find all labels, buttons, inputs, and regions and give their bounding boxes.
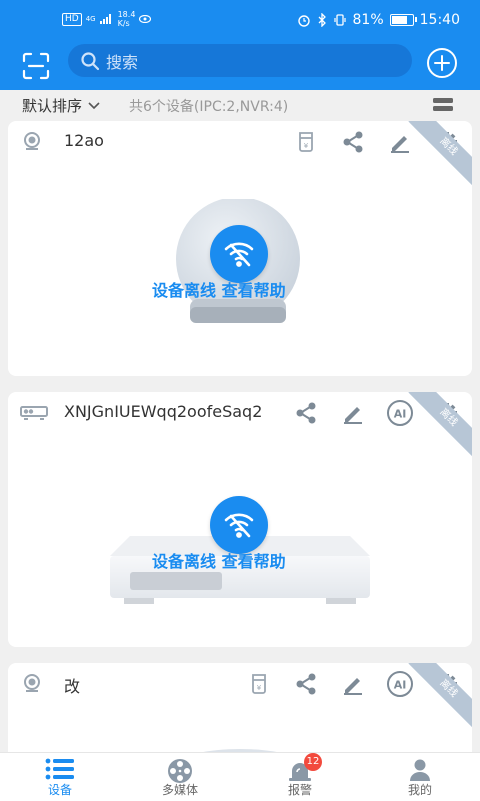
tab-label: 报警 <box>287 783 312 797</box>
bottom-tab-bar: 设备 多媒体 12 报警 我的 <box>0 752 480 801</box>
search-icon <box>81 51 100 70</box>
user-icon <box>410 759 430 781</box>
wifi-offline-icon <box>224 242 254 267</box>
battery-icon <box>389 14 417 26</box>
share-icon <box>296 673 316 695</box>
tab-label: 多媒体 <box>161 783 198 797</box>
device-card[interactable]: 12ao ¥ 离线 设备离线 查看帮助 <box>8 121 472 376</box>
ai-label: AI <box>394 679 407 692</box>
status-bar: HD 4G 18.4 K/s 81% 15:40 <box>0 0 480 42</box>
svg-text:¥: ¥ <box>304 142 309 150</box>
nvr-device-icon <box>20 406 48 420</box>
tab-multimedia[interactable]: 多媒体 <box>120 753 240 801</box>
device-card[interactable]: 改 ¥ AI 离线 <box>8 663 472 763</box>
share-icon <box>296 402 316 424</box>
camera-device-icon <box>24 674 40 692</box>
tab-label: 我的 <box>407 783 432 797</box>
scan-icon <box>22 52 50 80</box>
add-device-button[interactable] <box>426 47 458 79</box>
scan-button[interactable] <box>20 50 52 82</box>
device-card-header: 12ao ¥ <box>8 121 472 161</box>
network-type: 4G <box>85 15 96 23</box>
camera-device-icon <box>24 132 40 150</box>
view-mode-button[interactable] <box>433 97 453 117</box>
sort-dropdown[interactable]: 默认排序 <box>22 95 100 116</box>
net-speed-value: 18.4 <box>117 10 136 19</box>
search-placeholder: 搜索 <box>106 52 139 72</box>
wifi-offline-icon <box>224 513 254 538</box>
plus-circle-icon <box>427 48 457 78</box>
net-speed-unit: K/s <box>117 19 130 28</box>
cloud-storage-button[interactable]: ¥ <box>244 669 274 699</box>
vibrate-icon <box>333 14 346 26</box>
pencil-icon <box>344 678 362 695</box>
offline-status-text: 设备离线 <box>152 552 217 571</box>
chevron-down-icon <box>88 101 100 109</box>
eye-icon <box>139 15 152 23</box>
ai-label: AI <box>394 408 407 421</box>
edit-button[interactable] <box>385 127 415 157</box>
signal-icon <box>99 14 111 24</box>
edit-button[interactable] <box>338 398 368 428</box>
alarm-count-badge: 12 <box>304 753 322 771</box>
device-card-header: XNJGnIUEWqq2oofeSaq2 AI <box>8 392 472 432</box>
device-count: 共6个设备(IPC:2,NVR:4) <box>129 99 289 115</box>
tab-devices[interactable]: 设备 <box>0 753 120 801</box>
sort-label: 默认排序 <box>22 97 83 115</box>
top-bar: 搜索 <box>0 42 480 90</box>
cloud-storage-icon: ¥ <box>299 132 313 152</box>
wifi-offline-button[interactable] <box>210 225 268 283</box>
ai-button[interactable]: AI <box>385 669 415 699</box>
device-preview[interactable]: 设备离线 查看帮助 <box>8 161 472 376</box>
ai-icon: AI <box>387 671 413 697</box>
help-link[interactable]: 查看帮助 <box>222 552 286 571</box>
hd-indicator: HD <box>62 12 82 26</box>
list-view-icon <box>433 98 453 111</box>
clock: 15:40 <box>419 12 460 28</box>
share-button[interactable] <box>291 398 321 428</box>
pencil-icon <box>391 136 409 153</box>
device-name: 改 <box>64 677 81 696</box>
share-button[interactable] <box>291 669 321 699</box>
cloud-storage-button[interactable]: ¥ <box>291 127 321 157</box>
sort-bar: 默认排序 共6个设备(IPC:2,NVR:4) <box>0 90 480 120</box>
ai-button[interactable]: AI <box>385 398 415 428</box>
device-name: XNJGnIUEWqq2oofeSaq2 <box>64 402 263 421</box>
pencil-icon <box>344 407 362 424</box>
share-button[interactable] <box>338 127 368 157</box>
tab-alarm[interactable]: 12 报警 <box>240 753 360 801</box>
ai-icon: AI <box>387 400 413 426</box>
device-name: 12ao <box>64 131 104 150</box>
svg-text:¥: ¥ <box>257 684 262 692</box>
device-card[interactable]: XNJGnIUEWqq2oofeSaq2 AI 离线 设备离线 查看帮助 <box>8 392 472 647</box>
share-icon <box>343 131 363 153</box>
device-preview[interactable]: 设备离线 查看帮助 <box>8 432 472 647</box>
edit-button[interactable] <box>338 669 368 699</box>
offline-status-text: 设备离线 <box>152 281 217 300</box>
battery-percent: 81% <box>352 12 384 28</box>
tab-label: 设备 <box>47 783 72 797</box>
bluetooth-icon <box>318 13 326 27</box>
cloud-storage-icon: ¥ <box>252 674 266 694</box>
device-list-icon <box>45 758 74 780</box>
tab-profile[interactable]: 我的 <box>360 753 480 801</box>
alarm-clock-icon <box>297 15 310 27</box>
search-input[interactable]: 搜索 <box>68 44 412 77</box>
device-card-header: 改 ¥ AI <box>8 663 472 703</box>
wifi-offline-button[interactable] <box>210 496 268 554</box>
help-link[interactable]: 查看帮助 <box>222 281 286 300</box>
